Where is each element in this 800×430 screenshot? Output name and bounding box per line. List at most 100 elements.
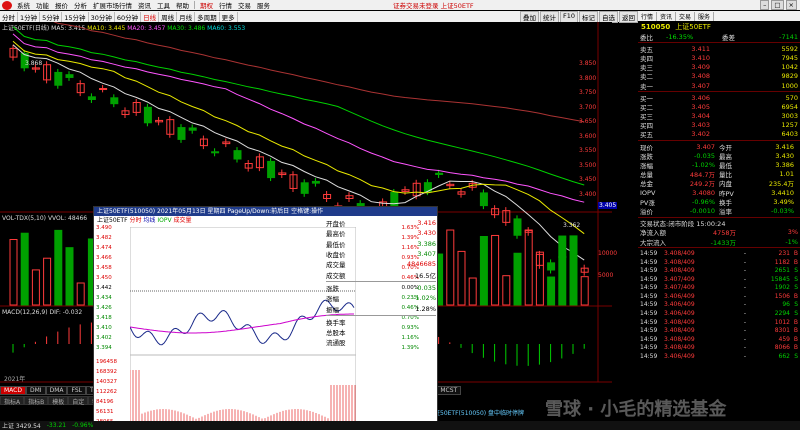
- period-monthly[interactable]: 月线: [177, 11, 196, 22]
- menu-news[interactable]: 资讯: [135, 0, 154, 10]
- order-volume: 6403: [781, 130, 798, 139]
- period-30min[interactable]: 30分钟: [89, 11, 115, 22]
- indicator-tab-secondary[interactable]: 指标A: [0, 396, 25, 406]
- period-60min[interactable]: 60分钟: [115, 11, 142, 22]
- volume-bar: [558, 235, 567, 306]
- intraday-detail-popup[interactable]: 上证50ETF(510050) 2021年05月13日 星期四 PageUp/D…: [93, 206, 438, 426]
- popup-tab-volume[interactable]: 成交量: [173, 217, 191, 224]
- trade-time: 14:59: [640, 310, 658, 318]
- period-multi[interactable]: 多周期: [195, 11, 220, 22]
- order-volume: 3003: [781, 112, 798, 121]
- trade-price: 3.408/409: [664, 327, 695, 335]
- period-15min[interactable]: 15分钟: [62, 11, 89, 22]
- menu-analysis[interactable]: 分析: [71, 0, 90, 10]
- vol-tick-10000: 10000: [598, 250, 618, 257]
- trade-volume: 1506: [774, 292, 790, 300]
- candle-body: [143, 106, 152, 124]
- volume-bar: [446, 229, 455, 306]
- indicator-tab[interactable]: MCST: [436, 386, 462, 395]
- trade-volume: 459: [778, 335, 790, 343]
- trade-time: 14:59: [640, 327, 658, 335]
- menu-service[interactable]: 服务: [254, 0, 273, 10]
- trade-time: 14:59: [640, 301, 658, 309]
- trade-volume: 2294: [774, 310, 790, 318]
- close-button[interactable]: ×: [785, 0, 797, 10]
- indicator-tab[interactable]: FSL: [67, 386, 86, 395]
- quote-value: 249.2万: [689, 180, 715, 189]
- indicator-tab-secondary[interactable]: 指标B: [24, 396, 49, 406]
- indicator-tab-secondary[interactable]: 自定: [68, 396, 89, 406]
- menu-quote[interactable]: 报价: [52, 0, 71, 10]
- trade-time: 14:59: [640, 284, 658, 292]
- quote-tab-trade[interactable]: 交易: [676, 11, 696, 21]
- menu-extended-market[interactable]: 扩展市场行情: [90, 0, 135, 10]
- tool-f10[interactable]: F10: [559, 10, 578, 23]
- stock-code: 510050: [641, 22, 671, 31]
- block-inflow-value: -1433万: [710, 238, 736, 247]
- menu-market[interactable]: 行情: [216, 0, 235, 10]
- period-timeshare[interactable]: 分时: [0, 11, 18, 22]
- popup-price-tick: 3.458: [96, 265, 112, 271]
- popup-volume-tick: 196458: [96, 359, 117, 365]
- index-pct: -0.96%: [72, 422, 94, 429]
- indicator-tab-secondary[interactable]: 模板: [48, 396, 69, 406]
- trade-direction: S: [794, 284, 798, 292]
- index-value: 上证 3429.54: [2, 423, 41, 430]
- period-5min[interactable]: 5分钟: [40, 11, 63, 22]
- trade-volume: 1012: [774, 318, 790, 326]
- tool-overlay[interactable]: 叠加: [519, 10, 539, 23]
- volume-bar: [31, 269, 40, 306]
- high-price-label: 3.868: [25, 60, 43, 67]
- indicator-tab[interactable]: MACD: [0, 386, 26, 395]
- popup-tab-iopv[interactable]: IOPV: [157, 217, 171, 224]
- trade-qty: -: [743, 327, 746, 335]
- tool-stats[interactable]: 统计: [539, 10, 559, 23]
- macd-legend-name: MACD(12,26,9): [2, 309, 48, 316]
- menu-trade[interactable]: 交易: [235, 0, 254, 10]
- popup-tab-avg[interactable]: 均线: [143, 217, 155, 224]
- trade-price: 3.407/409: [664, 275, 695, 283]
- popup-stat-value: 3.386: [417, 239, 436, 248]
- tool-back[interactable]: 返回: [619, 10, 638, 23]
- trade-qty: -: [743, 249, 746, 257]
- popup-stat-row: 换手率: [326, 317, 436, 327]
- quote-value: 3.4080: [692, 188, 715, 197]
- popup-stat-label: 总股本: [326, 329, 346, 338]
- quote-tab-market[interactable]: 行情: [638, 11, 658, 21]
- order-diff-label: 委差: [722, 33, 735, 42]
- tool-mark[interactable]: 标记: [579, 10, 598, 23]
- order-volume: 1000: [781, 81, 798, 90]
- indicator-tab[interactable]: DMI: [26, 386, 46, 395]
- period-weekly[interactable]: 周线: [159, 11, 178, 22]
- popup-price-tick: 3.482: [96, 235, 112, 241]
- indicator-tab[interactable]: DMA: [45, 386, 68, 395]
- trade-time: 14:59: [640, 335, 658, 343]
- menu-options[interactable]: 期权: [197, 0, 216, 10]
- trade-price: 3.408/409: [664, 344, 695, 352]
- menu-function[interactable]: 功能: [33, 0, 52, 10]
- menu-system[interactable]: 系统: [14, 0, 33, 10]
- popup-price-tick: 3.442: [96, 285, 112, 291]
- period-more[interactable]: 更多: [220, 11, 238, 22]
- quote-tab-service[interactable]: 服务: [695, 11, 715, 21]
- volume-bar: [580, 276, 589, 306]
- menu-tools[interactable]: 工具: [154, 0, 173, 10]
- period-daily[interactable]: 日线: [141, 11, 160, 22]
- popup-stat-value: 16.5亿: [415, 271, 436, 280]
- period-1min[interactable]: 1分钟: [18, 11, 41, 22]
- minimize-button[interactable]: –: [760, 0, 770, 10]
- trade-direction: S: [794, 267, 798, 275]
- menu-help[interactable]: 帮助: [173, 0, 192, 10]
- popup-tab-timeshare[interactable]: 分时: [129, 217, 141, 224]
- trade-tick-row: 14:59 3.408/409 - 8301 B: [638, 326, 800, 335]
- trade-tick-row: 14:59 3.406/409 - 662 S: [638, 352, 800, 361]
- trade-time: 14:59: [640, 249, 658, 257]
- popup-price-tick: 3.394: [96, 345, 112, 351]
- tool-watchlist[interactable]: 自选: [599, 10, 618, 23]
- maximize-button[interactable]: □: [771, 0, 784, 10]
- popup-stat-row: 成交额 16.5亿: [326, 269, 436, 280]
- popup-stat-row: 成交量 4846685: [326, 259, 436, 269]
- news-ticker[interactable]: 上证50ETF(510050) 盘中临时停牌: [428, 408, 524, 417]
- trade-volume: 8066: [774, 344, 790, 352]
- quote-tab-news[interactable]: 资讯: [657, 11, 677, 21]
